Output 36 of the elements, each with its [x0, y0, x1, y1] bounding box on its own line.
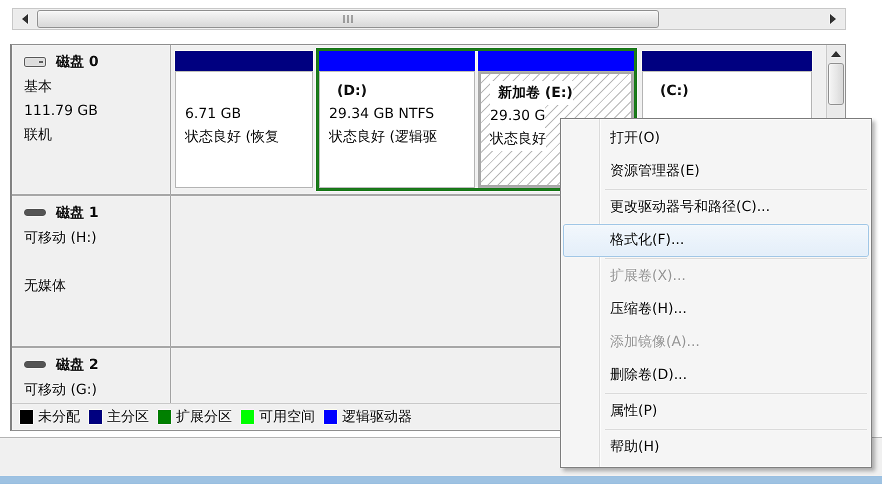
partition-title: (C:) — [659, 82, 690, 101]
disk-detail: 可移动 (G:) — [24, 380, 98, 400]
menu-item[interactable]: 压缩卷(H)... — [563, 293, 869, 326]
grip-icon — [343, 15, 353, 23]
scrollbar-thumb[interactable] — [828, 63, 844, 105]
disk-status: 无媒体 — [24, 277, 67, 296]
right-arrow-icon[interactable] — [829, 14, 837, 24]
disk-name: 磁盘 0 — [56, 53, 99, 71]
partition-detail: 状态良好 — [490, 128, 546, 151]
horizontal-scrollbar[interactable] — [12, 8, 846, 30]
partition-title: 新加卷 (E:) — [490, 81, 573, 105]
partition-detail: 状态良好 (逻辑驱 — [329, 128, 438, 147]
legend-label: 逻辑驱动器 — [342, 408, 412, 426]
menu-item[interactable]: 删除卷(D)... — [563, 359, 869, 392]
menu-item[interactable]: 帮助(H) — [563, 431, 869, 464]
legend-label: 扩展分区 — [176, 408, 232, 426]
partition-detail: 6.71 GB — [185, 105, 242, 124]
legend-label: 主分区 — [107, 408, 149, 426]
partition-detail: 29.34 GB NTFS — [329, 105, 436, 124]
scrollbar-thumb[interactable] — [37, 10, 659, 28]
disk-name: 磁盘 1 — [56, 204, 99, 222]
partition-detail: 29.30 G — [490, 105, 546, 128]
disk-detail: 基本 — [24, 78, 53, 97]
disk-detail: 联机 — [24, 126, 53, 145]
legend-label: 未分配 — [38, 408, 80, 426]
menu-item[interactable]: 格式化(F)... — [563, 224, 869, 257]
up-arrow-icon[interactable] — [831, 51, 841, 57]
disk-detail: 可移动 (H:) — [24, 229, 98, 248]
partition-title: (D:) — [336, 82, 368, 101]
menu-item[interactable]: 属性(P) — [563, 395, 869, 428]
menu-item[interactable]: 更改驱动器号和路径(C)... — [563, 191, 869, 224]
partition-detail: 状态良好 (恢复 — [185, 128, 280, 147]
legend-label: 可用空间 — [259, 408, 315, 426]
left-arrow-icon[interactable] — [21, 14, 29, 24]
disk-detail: 111.79 GB — [24, 102, 99, 121]
disk-name: 磁盘 2 — [56, 356, 99, 374]
